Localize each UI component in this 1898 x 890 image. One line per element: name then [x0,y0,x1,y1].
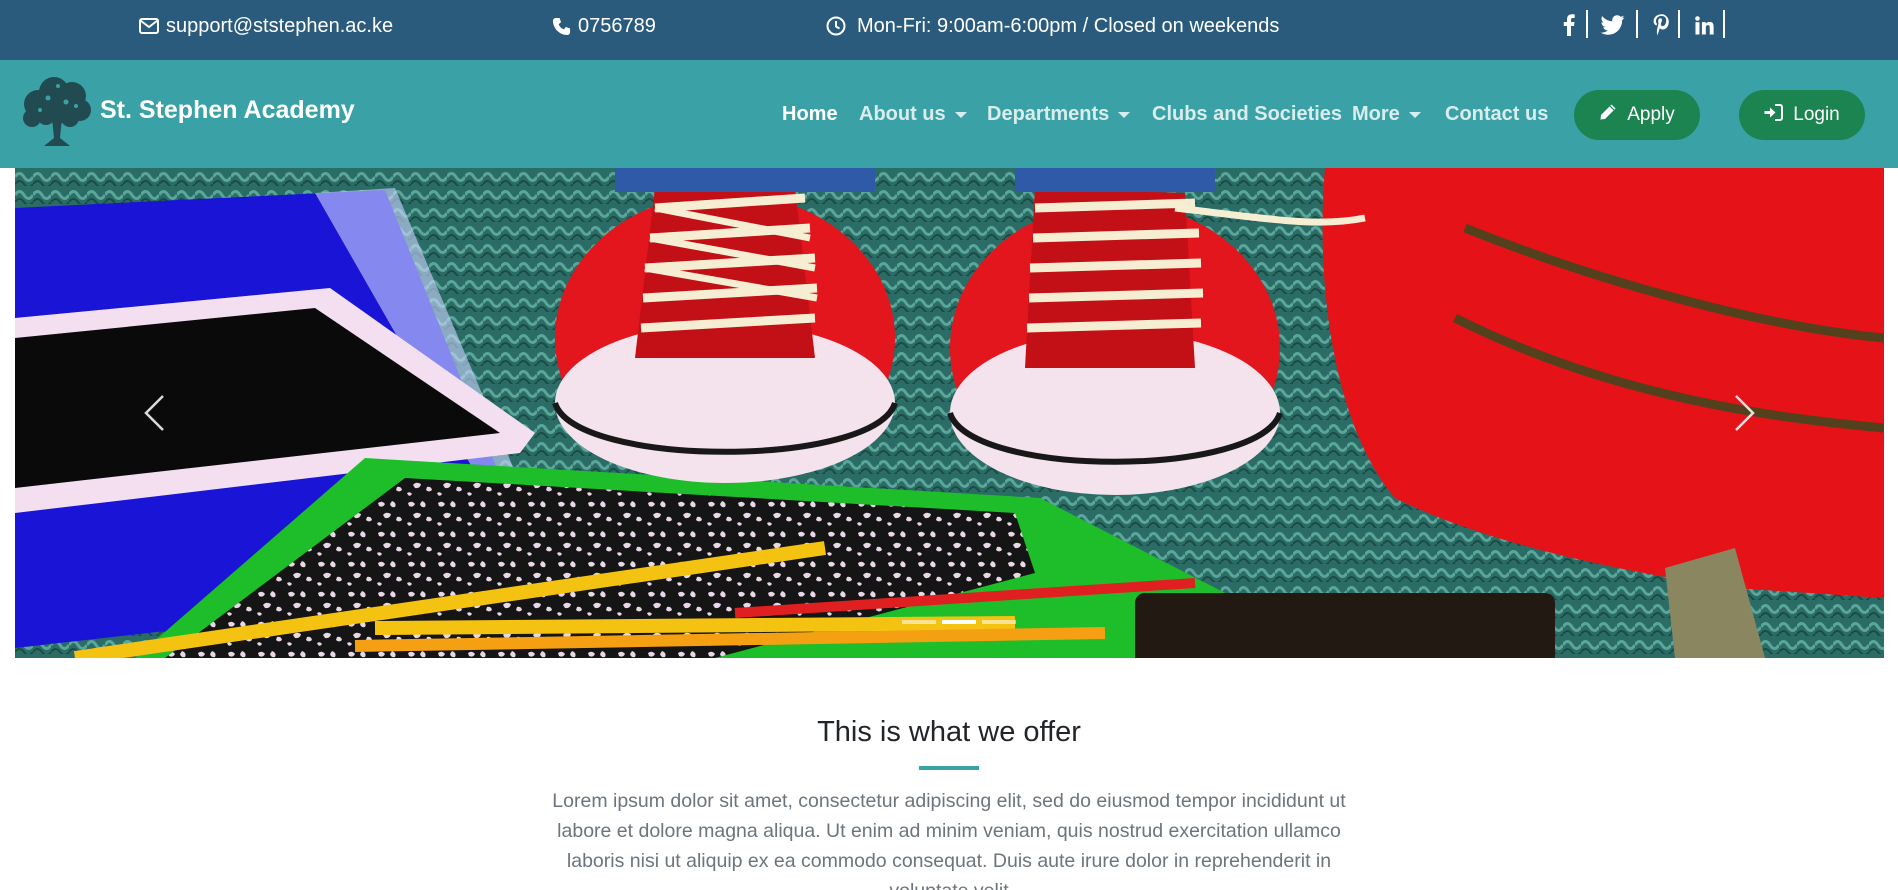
carousel-indicator[interactable] [942,620,976,624]
nav-more-label: More [1352,103,1400,125]
nav-home[interactable]: Home [782,103,838,126]
login-button[interactable]: Login [1739,90,1865,140]
nav-departments-label: Departments [987,103,1110,125]
nav-clubs-and-societies[interactable]: Clubs and Societies [1152,103,1342,126]
clock-icon [826,16,846,36]
pencil-icon [1599,103,1617,127]
social-divider [1678,10,1680,38]
sign-in-icon [1764,103,1784,127]
linkedin-icon[interactable] [1693,10,1715,40]
email-text: support@ststephen.ac.ke [166,14,394,37]
main-navbar: St. Stephen Academy Home About us Depart… [0,60,1898,168]
contact-phone[interactable]: 0756789 [552,0,656,52]
carousel-indicator[interactable] [982,620,1016,624]
login-label: Login [1793,104,1840,125]
social-divider [1586,10,1588,38]
nav-contact-us-label: Contact us [1445,103,1549,125]
tree-logo-icon[interactable] [18,76,96,150]
chevron-left-icon [143,395,165,436]
opening-hours: Mon-Fri: 9:00am-6:00pm / Closed on weeke… [826,0,1279,52]
carousel-next-control[interactable] [1734,394,1756,437]
nav-about-us[interactable]: About us [859,103,967,126]
hero-image [15,168,1884,658]
nav-about-us-label: About us [859,103,946,125]
nav-departments[interactable]: Departments [987,103,1131,126]
phone-icon [552,17,571,36]
apply-button[interactable]: Apply [1574,90,1700,140]
carousel-indicators [902,620,1016,624]
envelope-icon [139,18,159,34]
heading-underline [919,766,979,770]
contact-email[interactable]: support@ststephen.ac.ke [139,0,393,52]
carousel-prev-control[interactable] [143,394,165,437]
nav-home-label: Home [782,103,838,125]
top-info-bar: support@ststephen.ac.ke 0756789 Mon-Fri:… [0,0,1898,60]
carousel-indicator[interactable] [902,620,936,624]
caret-down-icon [1118,111,1131,118]
apply-label: Apply [1627,104,1675,125]
pinterest-icon[interactable] [1650,10,1672,40]
chevron-right-icon [1734,395,1756,436]
nav-contact-us[interactable]: Contact us [1445,103,1548,126]
offer-heading: This is what we offer [817,716,1081,748]
facebook-icon[interactable] [1561,10,1577,40]
offer-description: Lorem ipsum dolor sit amet, consectetur … [552,790,1346,890]
hours-text: Mon-Fri: 9:00am-6:00pm / Closed on weeke… [857,14,1280,37]
twitter-icon[interactable] [1600,10,1626,40]
brand-name[interactable]: St. Stephen Academy [100,96,355,125]
caret-down-icon [954,111,967,118]
phone-text: 0756789 [578,14,656,37]
caret-down-icon [1408,111,1421,118]
nav-clubs-label: Clubs and Societies [1152,103,1343,125]
social-divider [1723,10,1725,38]
nav-more[interactable]: More [1352,103,1421,126]
hero-carousel [15,168,1884,658]
social-divider [1636,10,1638,38]
